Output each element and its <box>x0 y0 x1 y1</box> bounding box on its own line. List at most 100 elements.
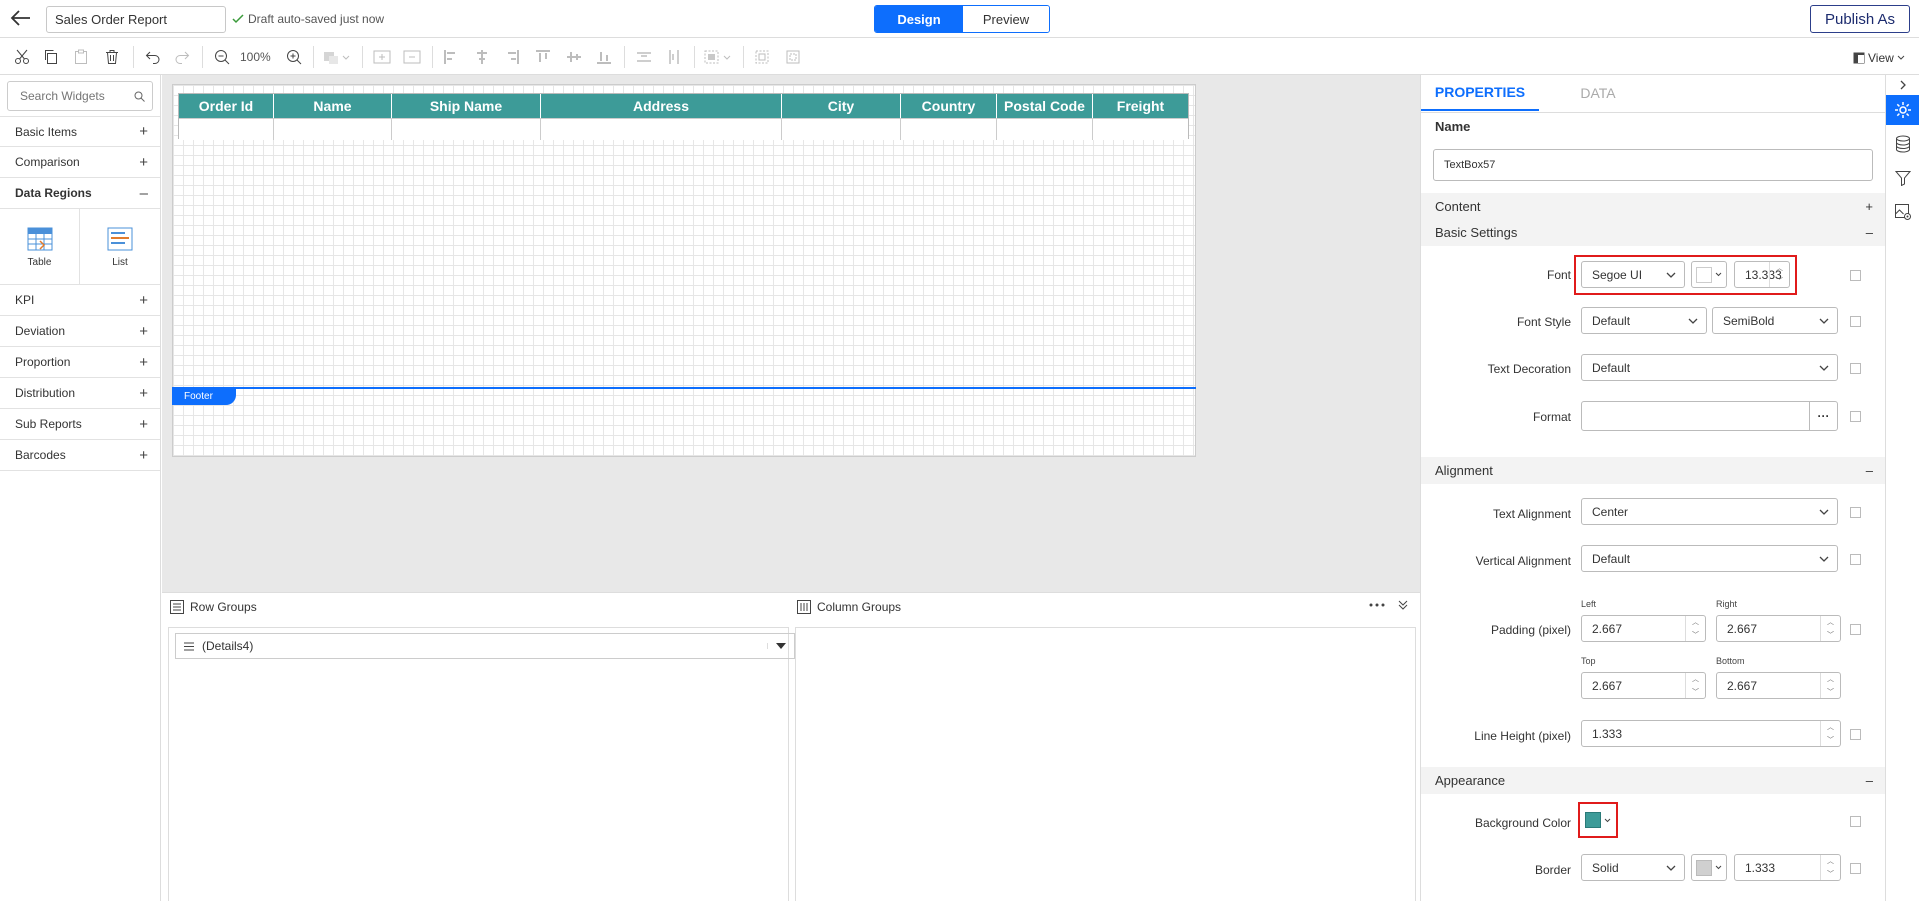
font-weight-dropdown[interactable]: SemiBold <box>1712 307 1838 334</box>
table-cell[interactable] <box>1093 118 1188 140</box>
spinner-icon[interactable]: ︿ ﹀ <box>1820 616 1840 641</box>
category-data-regions[interactable]: Data Regions – <box>0 178 160 209</box>
insert-row-icon[interactable] <box>402 47 422 67</box>
more-options-icon[interactable] <box>1369 602 1385 608</box>
column-header[interactable]: City <box>782 94 901 118</box>
align-right-icon[interactable] <box>502 47 522 67</box>
category-barcodes[interactable]: Barcodes + <box>0 440 160 471</box>
row-group-item[interactable]: (Details4) <box>175 633 795 659</box>
chevron-right-icon[interactable] <box>1890 75 1916 95</box>
redo-icon[interactable] <box>172 47 192 67</box>
align-left-icon[interactable] <box>441 47 461 67</box>
table-widget[interactable]: Table <box>0 209 80 285</box>
category-deviation[interactable]: Deviation + <box>0 316 160 347</box>
border-color-picker[interactable] <box>1691 854 1727 881</box>
category-comparison[interactable]: Comparison + <box>0 147 160 178</box>
font-color-picker[interactable] <box>1691 261 1727 288</box>
table-cell[interactable] <box>392 118 541 140</box>
vertical-alignment-checkbox[interactable] <box>1850 554 1861 565</box>
line-height-checkbox[interactable] <box>1850 729 1861 740</box>
align-center-icon[interactable] <box>472 47 492 67</box>
padding-top-input[interactable]: 2.667 ︿ ﹀ <box>1581 672 1706 699</box>
background-color-picker[interactable] <box>1585 812 1611 828</box>
column-header[interactable]: Country <box>901 94 997 118</box>
paste-icon[interactable] <box>71 47 91 67</box>
text-decoration-checkbox[interactable] <box>1850 363 1861 374</box>
font-checkbox[interactable] <box>1850 270 1861 281</box>
distribute-vertical-icon[interactable] <box>664 47 684 67</box>
gear-icon[interactable] <box>1886 95 1919 125</box>
widget-search-input[interactable] <box>7 81 153 111</box>
background-color-checkbox[interactable] <box>1850 816 1861 827</box>
category-basic-items[interactable]: Basic Items + <box>0 116 160 147</box>
align-bottom-icon[interactable] <box>594 47 614 67</box>
dropdown-arrow-icon[interactable] <box>767 643 786 649</box>
section-appearance[interactable]: Appearance – <box>1421 767 1885 794</box>
table-cell[interactable] <box>901 118 997 140</box>
section-content[interactable]: Content + <box>1421 193 1885 220</box>
group-icon[interactable] <box>752 47 772 67</box>
border-width-input[interactable]: 1.333 ︿ ﹀ <box>1734 854 1841 881</box>
delete-icon[interactable] <box>102 47 122 67</box>
category-sub-reports[interactable]: Sub Reports + <box>0 409 160 440</box>
spinner-icon[interactable]: ︿ ﹀ <box>1769 262 1789 287</box>
column-header[interactable]: Order Id <box>179 94 274 118</box>
spinner-icon[interactable]: ︿ ﹀ <box>1820 721 1840 746</box>
more-options-icon[interactable]: ··· <box>1809 402 1837 430</box>
table-cell[interactable] <box>997 118 1093 140</box>
format-input[interactable]: ··· <box>1581 401 1838 431</box>
spinner-icon[interactable]: ︿ ﹀ <box>1820 673 1840 698</box>
table-cell[interactable] <box>541 118 782 140</box>
align-top-icon[interactable] <box>533 47 553 67</box>
column-header[interactable]: Address <box>541 94 782 118</box>
list-widget[interactable]: List <box>80 209 160 285</box>
undo-icon[interactable] <box>143 47 163 67</box>
category-kpi[interactable]: KPI + <box>0 285 160 316</box>
padding-checkbox[interactable] <box>1850 624 1861 635</box>
border-style-dropdown[interactable]: Solid <box>1581 854 1685 881</box>
back-arrow-icon[interactable] <box>10 8 38 30</box>
column-header[interactable]: Postal Code <box>997 94 1093 118</box>
category-distribution[interactable]: Distribution + <box>0 378 160 409</box>
vertical-alignment-dropdown[interactable]: Default <box>1581 545 1838 572</box>
insert-column-icon[interactable] <box>372 47 392 67</box>
design-tab[interactable]: Design <box>875 6 963 32</box>
column-header[interactable]: Freight <box>1093 94 1188 118</box>
preview-tab[interactable]: Preview <box>963 6 1049 32</box>
tab-data[interactable]: DATA <box>1539 75 1657 111</box>
padding-left-input[interactable]: 2.667 ︿ ﹀ <box>1581 615 1706 642</box>
category-proportion[interactable]: Proportion + <box>0 347 160 378</box>
publish-as-button[interactable]: Publish As <box>1810 5 1910 33</box>
data-table[interactable]: Order Id Name Ship Name Address City Cou… <box>178 93 1189 140</box>
footer-divider[interactable] <box>172 387 1196 389</box>
font-style-checkbox[interactable] <box>1850 316 1861 327</box>
spinner-icon[interactable]: ︿ ﹀ <box>1685 673 1705 698</box>
padding-bottom-input[interactable]: 2.667 ︿ ﹀ <box>1716 672 1841 699</box>
zoom-in-icon[interactable] <box>284 47 304 67</box>
spinner-icon[interactable]: ︿ ﹀ <box>1685 616 1705 641</box>
database-icon[interactable] <box>1890 130 1916 158</box>
column-header[interactable]: Ship Name <box>392 94 541 118</box>
ungroup-icon[interactable] <box>783 47 803 67</box>
spinner-icon[interactable]: ︿ ﹀ <box>1820 855 1840 880</box>
collapse-panel-icon[interactable] <box>1398 600 1408 610</box>
padding-right-input[interactable]: 2.667 ︿ ﹀ <box>1716 615 1841 642</box>
distribute-horizontal-icon[interactable] <box>634 47 654 67</box>
cut-icon[interactable] <box>12 47 32 67</box>
table-cell[interactable] <box>782 118 901 140</box>
font-style-dropdown[interactable]: Default <box>1581 307 1707 334</box>
name-input[interactable]: TextBox57 <box>1433 149 1873 181</box>
zoom-out-icon[interactable] <box>212 47 232 67</box>
size-options-icon[interactable] <box>703 47 733 67</box>
format-checkbox[interactable] <box>1850 411 1861 422</box>
report-name-input[interactable] <box>46 6 226 33</box>
border-checkbox[interactable] <box>1850 863 1861 874</box>
text-alignment-dropdown[interactable]: Center <box>1581 498 1838 525</box>
view-menu-button[interactable]: View <box>1853 51 1905 65</box>
section-alignment[interactable]: Alignment – <box>1421 457 1885 484</box>
section-basic-settings[interactable]: Basic Settings – <box>1421 219 1885 246</box>
column-header[interactable]: Name <box>274 94 392 118</box>
line-height-input[interactable]: 1.333 ︿ ﹀ <box>1581 720 1841 747</box>
fill-color-icon[interactable] <box>322 47 352 67</box>
footer-tag[interactable]: Footer <box>172 388 236 405</box>
